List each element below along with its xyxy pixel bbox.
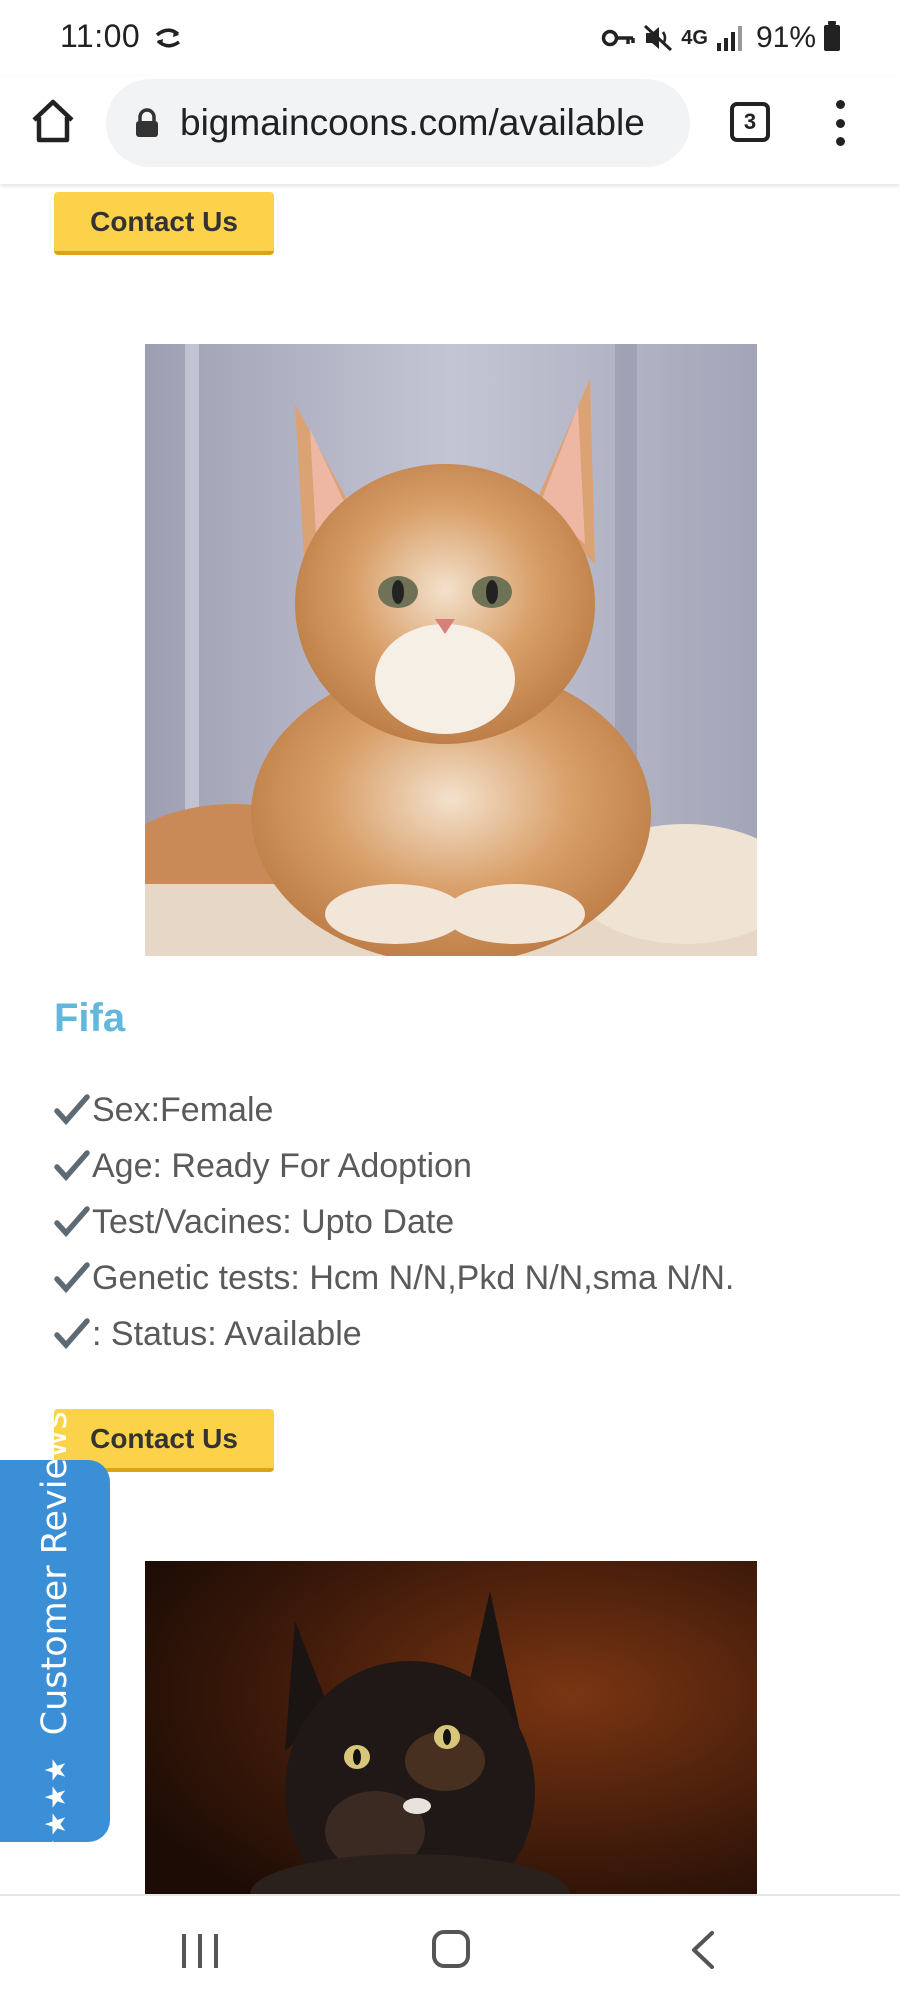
- browser-toolbar: bigmaincoons.com/available 3: [0, 76, 900, 184]
- system-nav-bar: [0, 1894, 900, 2000]
- feature-text: Age: Ready For Adoption: [92, 1146, 472, 1185]
- recent-apps-icon[interactable]: [182, 1934, 218, 1968]
- kitten-name: Fifa: [54, 996, 126, 1040]
- home-nav-icon[interactable]: [432, 1930, 470, 1968]
- check-icon: [54, 1150, 90, 1182]
- customer-reviews-label: Customer Reviews: [35, 1411, 75, 1736]
- battery-percent: 91%: [755, 21, 816, 54]
- network-type-icon: 4G: [681, 26, 708, 49]
- feature-text: Test/Vacines: Upto Date: [92, 1202, 455, 1241]
- feature-text: : Status: Available: [92, 1314, 362, 1353]
- page-content: Contact Us Fifa Sex:Female Age: Ready Fo…: [0, 184, 900, 1894]
- check-icon: [54, 1262, 90, 1294]
- customer-reviews-tab[interactable]: ★★★★★ Customer Reviews: [0, 1411, 110, 1891]
- tab-switcher-button[interactable]: 3: [730, 102, 770, 142]
- feature-item-age: Age: Ready For Adoption: [54, 1138, 734, 1194]
- feature-item-genetic-tests: Genetic tests: Hcm N/N,Pkd N/N,sma N/N.: [54, 1250, 734, 1306]
- more-menu-icon[interactable]: [820, 98, 860, 148]
- kitten-photo-next: [145, 1561, 757, 1894]
- kitten-photo-fifa: [145, 344, 757, 956]
- mute-icon: [644, 24, 673, 52]
- url-text: bigmaincoons.com/available: [180, 102, 645, 143]
- home-icon[interactable]: [28, 96, 78, 146]
- back-nav-icon[interactable]: [688, 1930, 718, 1970]
- star-rating-icon: ★★★★★: [39, 1755, 71, 1891]
- feature-item-vaccines: Test/Vacines: Upto Date: [54, 1194, 734, 1250]
- address-bar[interactable]: bigmaincoons.com/available: [106, 79, 690, 167]
- status-time: 11:00: [60, 18, 141, 54]
- kitten-features-list: Sex:Female Age: Ready For Adoption Test/…: [54, 1082, 734, 1362]
- feature-text: Sex:Female: [92, 1090, 274, 1129]
- check-icon: [54, 1318, 90, 1350]
- sync-notification-icon: [155, 28, 181, 48]
- feature-item-sex: Sex:Female: [54, 1082, 734, 1138]
- battery-icon: [824, 21, 840, 51]
- customer-reviews-content: ★★★★★ Customer Reviews: [35, 1411, 75, 1891]
- lock-icon: [136, 108, 158, 137]
- status-bar: 11:00 4G 91%: [0, 0, 900, 76]
- signal-icon: [716, 26, 742, 51]
- feature-item-status: : Status: Available: [54, 1306, 734, 1362]
- check-icon: [54, 1094, 90, 1126]
- contact-us-button[interactable]: Contact Us: [54, 192, 274, 255]
- status-right-group: 4G 91%: [601, 18, 840, 58]
- check-icon: [54, 1206, 90, 1238]
- vpn-key-icon: [602, 29, 636, 47]
- feature-text: Genetic tests: Hcm N/N,Pkd N/N,sma N/N.: [92, 1258, 735, 1297]
